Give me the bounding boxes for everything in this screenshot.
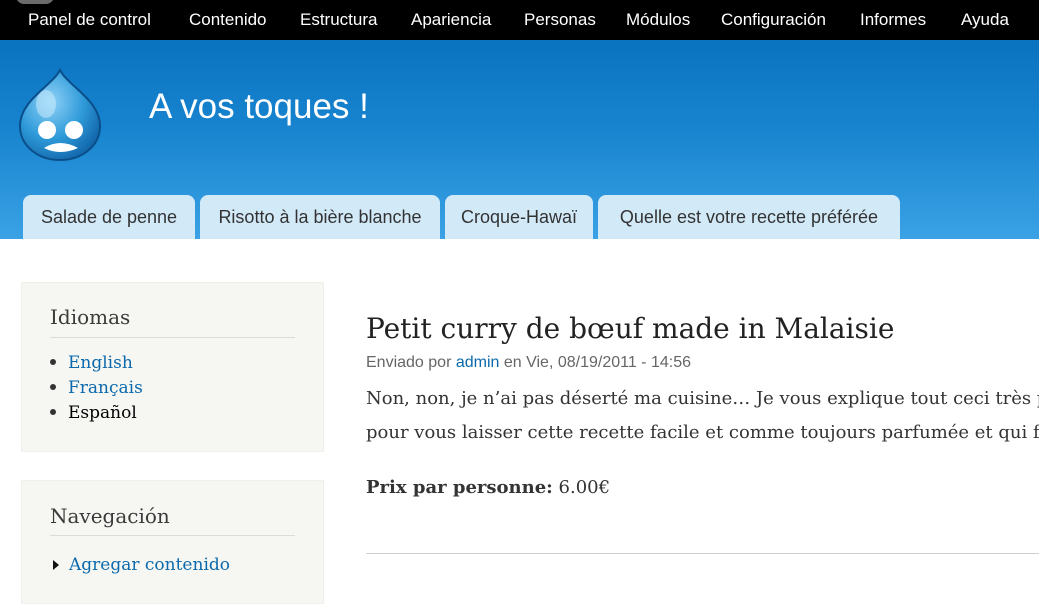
tab-salade-de-penne[interactable]: Salade de penne [23, 195, 195, 239]
drupal-drop-logo-icon[interactable] [16, 66, 104, 162]
block-title-divider [50, 337, 295, 338]
language-link-french[interactable]: Français [68, 378, 143, 398]
block-title-divider [50, 535, 295, 536]
node-body-line: pour vous laisser cette recette facile e… [366, 422, 1039, 443]
tab-risotto-a-la-biere-blanche[interactable]: Risotto à la bière blanche [200, 195, 440, 239]
submitted-info: Enviado por admin en Vie, 08/19/2011 - 1… [366, 354, 691, 372]
toolbar-item-modules[interactable]: Módulos [626, 10, 690, 30]
tab-quelle-est-votre-recette[interactable]: Quelle est votre recette préférée [598, 195, 900, 239]
admin-toolbar: Panel de control Contenido Estructura Ap… [0, 0, 1039, 40]
author-link[interactable]: admin [456, 354, 500, 371]
language-item-english: English [50, 353, 133, 373]
bullet-icon [50, 383, 56, 390]
submitted-prefix: Enviado por [366, 354, 452, 371]
bullet-icon [50, 358, 56, 365]
price-value: 6.00€ [558, 477, 611, 498]
node-body-line: Non, non, je n’ai pas déserté ma cuisine… [366, 388, 1039, 409]
toolbar-item-people[interactable]: Personas [524, 10, 596, 30]
toolbar-item-structure[interactable]: Estructura [300, 10, 377, 30]
bullet-icon [50, 408, 56, 415]
language-item-spanish: Español [50, 403, 137, 423]
node-title[interactable]: Petit curry de bœuf made in Malaisie [366, 312, 894, 345]
collapsed-arrow-icon [53, 559, 59, 570]
price-label: Prix par personne: [366, 477, 553, 498]
content-divider [366, 553, 1039, 554]
language-switcher-block: Idiomas English Français Español [21, 282, 324, 452]
toolbar-item-appearance[interactable]: Apariencia [411, 10, 491, 30]
toolbar-item-configuration[interactable]: Configuración [721, 10, 826, 30]
nav-item-add-content: Agregar contenido [53, 555, 230, 575]
language-link-english[interactable]: English [68, 353, 133, 373]
price-field: Prix par personne: 6.00€ [366, 477, 610, 498]
site-name[interactable]: A vos toques ! [149, 87, 369, 127]
submitted-date: en Vie, 08/19/2011 - 14:56 [503, 354, 691, 371]
language-item-french: Français [50, 378, 143, 398]
navigation-block: Navegación Agregar contenido [21, 480, 324, 604]
site-header: A vos toques ! Salade de penne Risotto à… [0, 40, 1039, 239]
block-title-navigation: Navegación [50, 504, 170, 528]
toolbar-menu: Panel de control Contenido Estructura Ap… [0, 0, 1039, 40]
toolbar-item-reports[interactable]: Informes [860, 10, 926, 30]
nav-link-add-content[interactable]: Agregar contenido [69, 555, 230, 575]
language-link-spanish-active[interactable]: Español [68, 403, 137, 423]
toolbar-item-content[interactable]: Contenido [189, 10, 267, 30]
tab-croque-hawai[interactable]: Croque-Hawaï [445, 195, 593, 239]
toolbar-item-help[interactable]: Ayuda [961, 10, 1009, 30]
block-title-languages: Idiomas [50, 305, 131, 329]
toolbar-item-dashboard[interactable]: Panel de control [28, 10, 151, 30]
